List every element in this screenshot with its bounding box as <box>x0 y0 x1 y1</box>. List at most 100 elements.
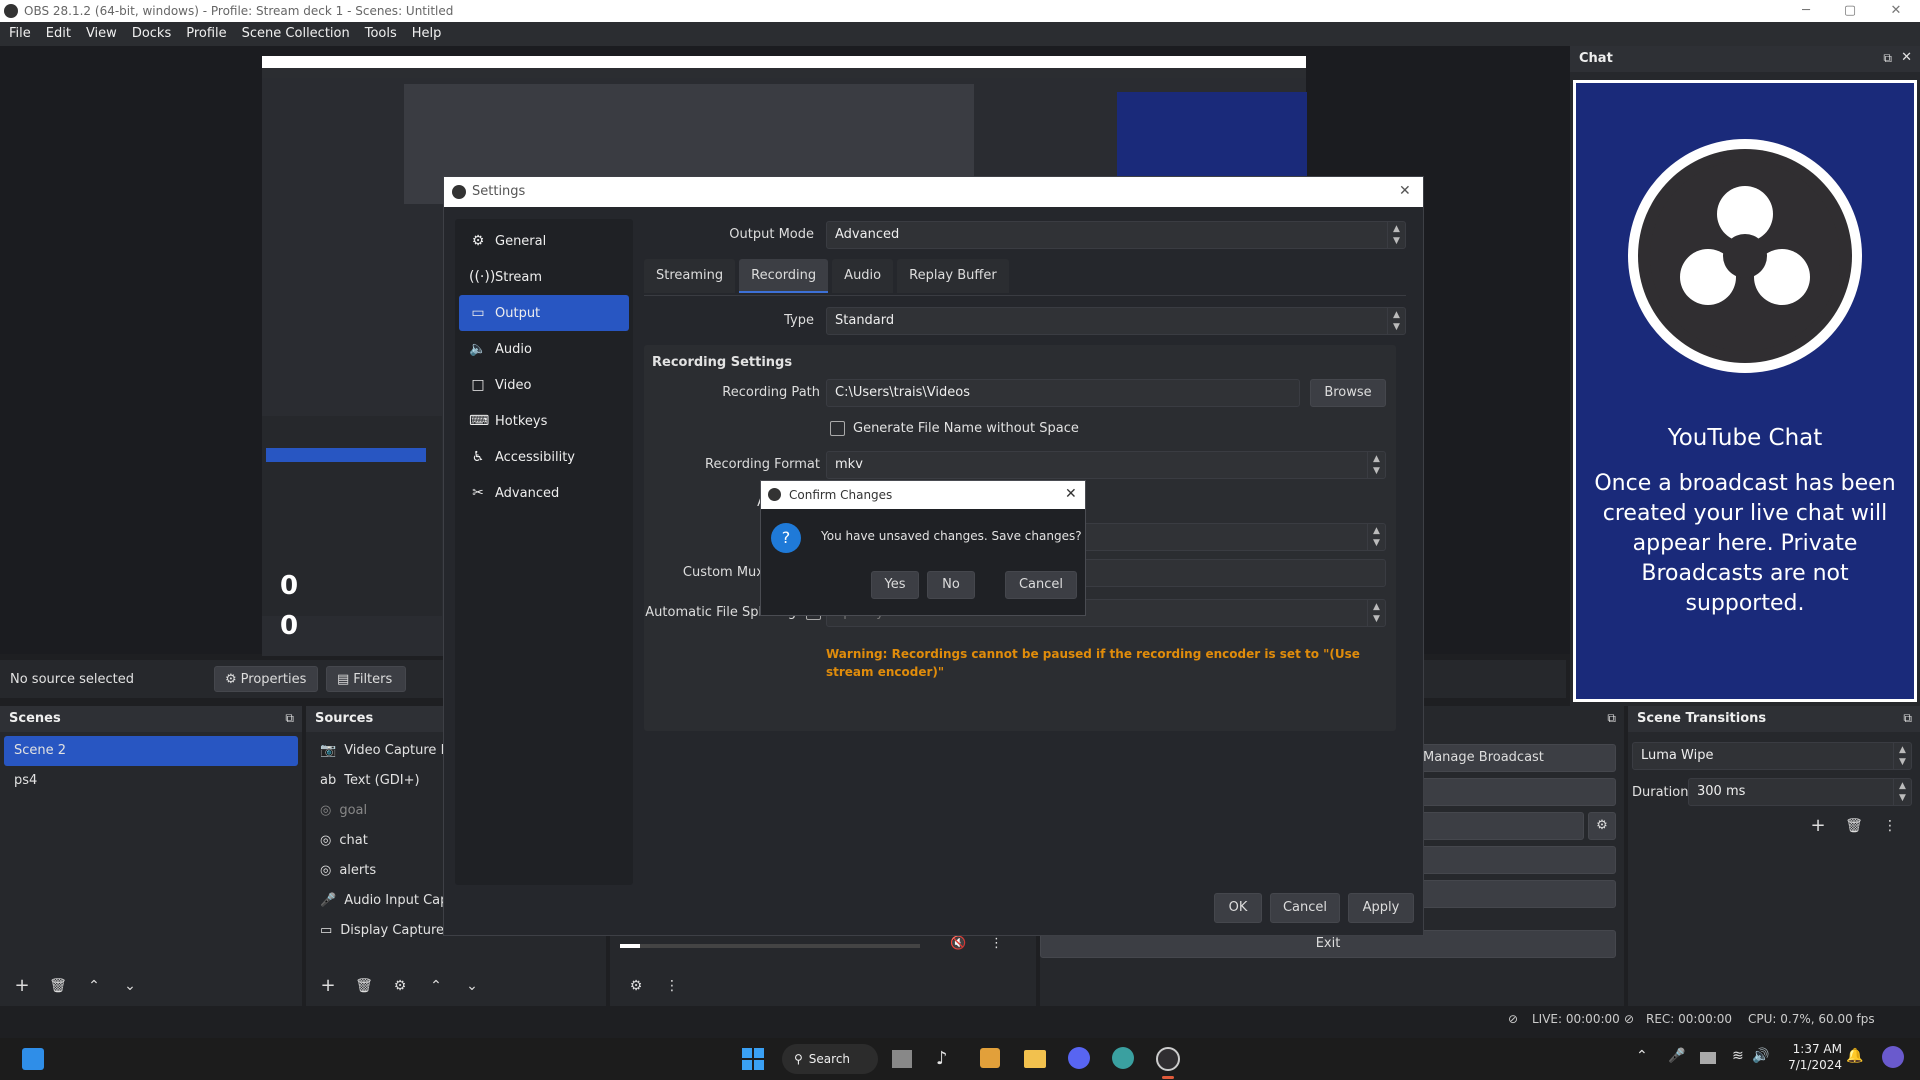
clock-time[interactable]: 1:37 AM <box>1786 1042 1842 1056</box>
scene-item[interactable]: Scene 2 <box>4 736 298 766</box>
tab-audio[interactable]: Audio <box>832 259 894 293</box>
duration-input[interactable]: 300 ms ▲ ▼ <box>1688 778 1912 806</box>
kebab-icon[interactable]: ⋮ <box>658 974 686 998</box>
confirm-cancel-button[interactable]: Cancel <box>1005 571 1077 599</box>
menu-view[interactable]: View <box>86 22 117 46</box>
copilot-icon[interactable] <box>1882 1046 1904 1068</box>
notification-bell-icon[interactable]: 🔔 <box>1846 1048 1863 1064</box>
menu-profile[interactable]: Profile <box>186 22 226 46</box>
task-view-icon[interactable] <box>892 1050 912 1068</box>
recording-format-select[interactable]: mkv ▲ ▼ <box>826 451 1386 479</box>
minimize-icon[interactable]: ─ <box>1786 0 1826 22</box>
properties-button[interactable]: ⚙ Properties <box>214 666 318 692</box>
windows-start-icon[interactable] <box>742 1048 764 1070</box>
generate-filename-option[interactable]: Generate File Name without Space <box>830 421 1079 436</box>
maximize-icon[interactable]: ▢ <box>1830 0 1870 22</box>
kebab-icon[interactable]: ⋮ <box>1876 814 1904 838</box>
close-icon[interactable]: ✕ <box>1876 0 1916 22</box>
settings-sidebar: ⚙ General ((·)) Stream ▭ Output 🔈 Audio □ Vid… <box>455 219 633 885</box>
menu-tools[interactable]: Tools <box>365 22 397 46</box>
settings-icon[interactable]: ⚙ <box>622 974 650 998</box>
tray-chevron-icon[interactable]: ⌃ <box>1636 1048 1648 1064</box>
live-status: LIVE: 00:00:00 <box>1532 1012 1620 1026</box>
generate-filename-checkbox[interactable] <box>830 421 845 436</box>
dock-float-icon[interactable]: ⧉ <box>1883 51 1892 66</box>
add-icon[interactable]: + <box>1804 814 1832 838</box>
type-select[interactable]: Standard ▲ ▼ <box>826 307 1406 335</box>
menu-help[interactable]: Help <box>412 22 442 46</box>
wifi-icon[interactable]: ≋ <box>1732 1048 1744 1064</box>
status-bar: ⊘ LIVE: 00:00:00 ⊘ REC: 00:00:00 CPU: 0.… <box>0 1008 1920 1030</box>
transition-select[interactable]: Luma Wipe ▲ ▼ <box>1632 742 1912 770</box>
menu-file[interactable]: File <box>9 22 31 46</box>
studio-mode-button[interactable] <box>1420 880 1616 908</box>
tab-recording[interactable]: Recording <box>739 259 829 293</box>
dock-float-icon[interactable]: ⧉ <box>1903 711 1912 726</box>
keyboard-tray-icon[interactable] <box>1700 1052 1716 1064</box>
kebab-icon[interactable]: ⋮ <box>990 936 1003 951</box>
menu-edit[interactable]: Edit <box>46 22 71 46</box>
start-streaming-button[interactable] <box>1420 778 1616 806</box>
arrow-up-icon[interactable]: ⌃ <box>80 974 108 998</box>
recording-path-input[interactable]: C:\Users\trais\Videos <box>826 379 1300 407</box>
chevron-updown-icon: ▲ ▼ <box>1387 308 1405 334</box>
store-icon[interactable] <box>980 1048 1000 1068</box>
add-icon[interactable]: + <box>8 974 36 998</box>
edge-icon[interactable] <box>1112 1047 1134 1069</box>
no-button[interactable]: No <box>927 571 975 599</box>
obs-logo-icon <box>768 488 781 501</box>
widgets-icon[interactable] <box>22 1048 44 1070</box>
nav-output[interactable]: ▭ Output <box>459 295 629 331</box>
search-box[interactable]: ⚲ Search <box>782 1044 878 1074</box>
tab-replay-buffer[interactable]: Replay Buffer <box>897 259 1009 293</box>
start-recording-button[interactable] <box>1420 812 1584 840</box>
apply-button[interactable]: Apply <box>1348 893 1414 923</box>
close-icon[interactable]: ✕ <box>1399 183 1411 199</box>
trash-icon[interactable]: 🗑 <box>1840 814 1868 838</box>
scene-item[interactable]: ps4 <box>4 766 298 796</box>
nav-stream[interactable]: ((·)) Stream <box>459 259 629 295</box>
chat-body: Once a broadcast has been created your l… <box>1594 471 1896 616</box>
keyboard-icon: ⌨ <box>469 413 490 429</box>
clock-date[interactable]: 7/1/2024 <box>1786 1058 1842 1072</box>
discord-icon[interactable] <box>1068 1047 1090 1069</box>
close-icon[interactable]: ✕ <box>1065 486 1077 502</box>
trash-icon[interactable]: 🗑 <box>44 974 72 998</box>
filters-button[interactable]: ▤ Filters <box>326 666 406 692</box>
mute-icon[interactable]: 🔇 <box>950 936 966 951</box>
ok-button[interactable]: OK <box>1214 893 1262 923</box>
arrow-up-icon[interactable]: ⌃ <box>422 974 450 998</box>
cancel-button[interactable]: Cancel <box>1270 893 1340 923</box>
gear-icon[interactable]: ⚙ <box>386 974 414 998</box>
arrow-down-icon[interactable]: ⌄ <box>458 974 486 998</box>
microphone-icon[interactable]: 🎤 <box>1668 1048 1685 1064</box>
add-icon[interactable]: + <box>314 974 342 998</box>
tab-streaming[interactable]: Streaming <box>644 259 736 293</box>
recording-format-label: Recording Format <box>705 457 820 472</box>
browse-button[interactable]: Browse <box>1310 379 1386 407</box>
file-explorer-icon[interactable] <box>1024 1050 1046 1068</box>
gear-icon[interactable]: ⚙ <box>1588 812 1616 840</box>
menu-docks[interactable]: Docks <box>132 22 171 46</box>
nav-general[interactable]: ⚙ General <box>459 223 629 259</box>
nav-hotkeys[interactable]: ⌨ Hotkeys <box>459 403 629 439</box>
manage-broadcast-button[interactable]: Manage Broadcast <box>1420 744 1616 772</box>
close-icon[interactable]: ✕ <box>1901 50 1912 65</box>
nav-accessibility[interactable]: ♿ Accessibility <box>459 439 629 475</box>
volume-meter <box>620 944 920 948</box>
arrow-down-icon[interactable]: ⌄ <box>116 974 144 998</box>
yes-button[interactable]: Yes <box>871 571 919 599</box>
menu-scene-collection[interactable]: Scene Collection <box>242 22 350 46</box>
dock-float-icon[interactable]: ⧉ <box>285 711 294 726</box>
nav-advanced[interactable]: ✂ Advanced <box>459 475 629 511</box>
nav-audio[interactable]: 🔈 Audio <box>459 331 629 367</box>
output-mode-select[interactable]: Advanced ▲ ▼ <box>826 221 1406 249</box>
tiktok-icon[interactable]: ♪ <box>936 1048 948 1069</box>
volume-icon[interactable]: 🔊 <box>1752 1048 1769 1064</box>
scenes-dock: Scenes ⧉ Scene 2 ps4 + 🗑 ⌃ ⌄ <box>0 706 302 1006</box>
trash-icon[interactable]: 🗑 <box>350 974 378 998</box>
obs-taskbar-icon[interactable] <box>1156 1047 1180 1071</box>
virtual-camera-button[interactable] <box>1420 846 1616 874</box>
nav-video[interactable]: □ Video <box>459 367 629 403</box>
dock-float-icon[interactable]: ⧉ <box>1607 711 1616 726</box>
